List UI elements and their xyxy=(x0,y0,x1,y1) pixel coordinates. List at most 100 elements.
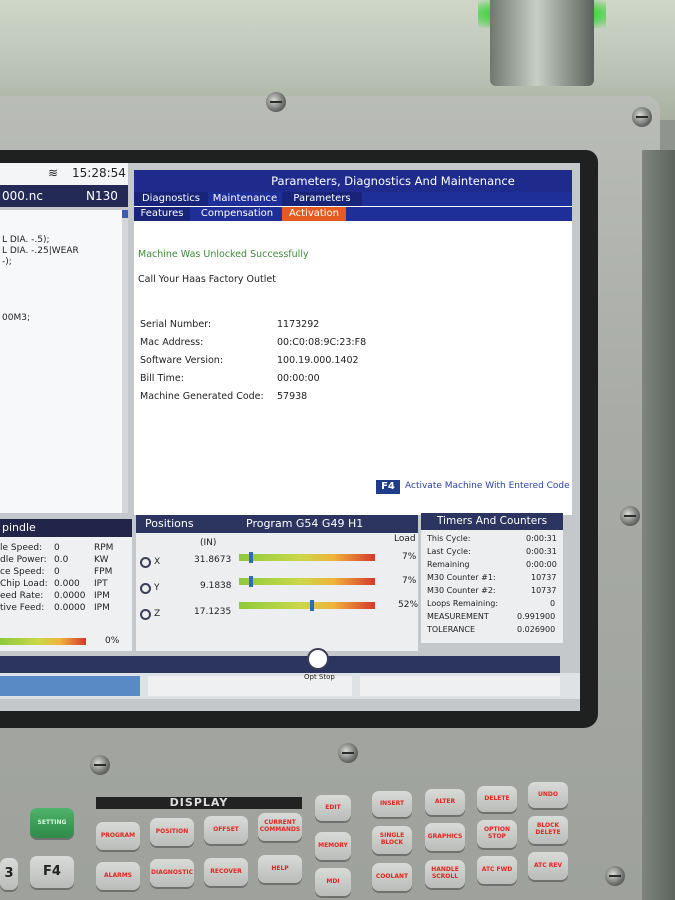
block-delete-key[interactable]: BLOCK DELETE xyxy=(528,816,568,844)
axis-z-load-marker xyxy=(310,600,314,611)
axis-x-value: 31.8673 xyxy=(194,555,232,565)
tab-features[interactable]: Features xyxy=(134,207,190,221)
setting-key[interactable]: SETTING xyxy=(30,808,74,838)
atc-fwd-key[interactable]: ATC FWD xyxy=(477,856,517,884)
serial-number-value: 1173292 xyxy=(277,319,320,330)
block-number: N130 xyxy=(86,189,118,203)
f3-key[interactable]: 3 xyxy=(0,858,18,890)
axis-x-load-bar xyxy=(239,554,375,561)
tab-parameters[interactable]: Parameters xyxy=(282,192,362,206)
axis-z-load: 52% xyxy=(398,600,419,610)
delete-key[interactable]: DELETE xyxy=(477,786,517,812)
current-commands-key[interactable]: CURRENT COMMANDS xyxy=(258,813,302,841)
mac-address-value: 00:C0:08:9C:23:F8 xyxy=(277,337,367,348)
option-stop-key[interactable]: OPTION STOP xyxy=(477,820,517,848)
spindle-label: eed Rate: xyxy=(0,591,44,601)
tab-activation[interactable]: Activation xyxy=(282,207,346,221)
activate-machine-action[interactable]: Activate Machine With Entered Code xyxy=(405,481,570,491)
program-scrollbar[interactable] xyxy=(122,210,128,513)
tab-diagnostics[interactable]: Diagnostics xyxy=(134,192,208,206)
timer-label: Remaining xyxy=(427,560,470,569)
counter-value: 10737 xyxy=(531,573,557,582)
spindle-label: le Speed: xyxy=(0,543,43,553)
macro-label: MEASUREMENT xyxy=(427,612,489,621)
spindle-label: Chip Load: xyxy=(0,579,48,589)
spindle-unit: FPM xyxy=(94,567,113,577)
handle-scroll-key[interactable]: HANDLE SCROLL xyxy=(425,860,465,888)
screw xyxy=(620,506,640,526)
counter-value: 10737 xyxy=(531,586,557,595)
counter-label: M30 Counter #1: xyxy=(427,573,496,582)
f4-key[interactable]: F4 xyxy=(30,856,74,888)
diagnostic-key[interactable]: DIAGNOSTIC xyxy=(150,859,194,887)
spindle-load-percent: 0% xyxy=(105,636,120,646)
mac-address-label: Mac Address: xyxy=(140,337,204,348)
spindle-label: dle Power: xyxy=(0,555,47,565)
program-key[interactable]: PROGRAM xyxy=(96,822,140,850)
graphics-key[interactable]: GRAPHICS xyxy=(425,823,465,851)
activation-panel: Machine Was Unlocked Successfully Call Y… xyxy=(134,222,572,515)
wifi-icon: ≋ xyxy=(48,166,59,180)
alarms-key[interactable]: ALARMS xyxy=(96,862,140,890)
macro-label: TOLERANCE xyxy=(427,625,476,634)
pendant-side xyxy=(642,150,675,900)
coolant-key[interactable]: COOLANT xyxy=(372,863,412,891)
program-header[interactable]: 000.nc N130 xyxy=(0,185,128,207)
code-line: L DIA. -.25|WEAR xyxy=(2,246,79,256)
spindle-value: 0 xyxy=(54,567,60,577)
bottom-input-strip xyxy=(0,673,580,699)
alter-key[interactable]: ALTER xyxy=(425,789,465,815)
spindle-label: ce Speed: xyxy=(0,567,45,577)
input-segment[interactable] xyxy=(360,676,560,696)
call-hfo-message: Call Your Haas Factory Outlet xyxy=(138,274,276,285)
display-group-label: DISPLAY xyxy=(96,797,302,809)
machine-code-label: Machine Generated Code: xyxy=(140,391,264,402)
atc-rev-key[interactable]: ATC REV xyxy=(528,852,568,880)
axis-y-load-bar xyxy=(239,578,375,585)
memory-key[interactable]: MEMORY xyxy=(315,832,351,860)
axis-z-icon xyxy=(140,609,151,620)
opt-stop-label: Opt Stop xyxy=(304,673,335,681)
axis-z-label: Z xyxy=(154,609,161,619)
insert-key[interactable]: INSERT xyxy=(372,791,412,817)
single-block-key[interactable]: SINGLE BLOCK xyxy=(372,826,412,854)
screw xyxy=(632,107,652,127)
axis-x-load: 7% xyxy=(402,552,417,562)
edit-key[interactable]: EDIT xyxy=(315,795,351,821)
tab-compensation[interactable]: Compensation xyxy=(194,207,280,221)
axis-x-label: X xyxy=(154,557,161,567)
positions-panel: (IN) Load X 31.8673 7% Y 9.1838 7% Z 17.… xyxy=(136,533,418,651)
unit-label: (IN) xyxy=(200,538,217,548)
opt-stop-icon xyxy=(307,648,329,670)
axis-y-icon xyxy=(140,583,151,594)
position-key[interactable]: POSITION xyxy=(150,818,194,846)
spindle-label: tive Feed: xyxy=(0,603,45,613)
mdi-key[interactable]: MDI xyxy=(315,868,351,896)
timer-value: 0:00:31 xyxy=(526,534,557,543)
offset-key[interactable]: OFFSET xyxy=(204,816,248,844)
positions-title[interactable]: Positions xyxy=(145,515,194,533)
cnc-screen: ≋ 15:28:54 000.nc N130 L DIA. -.5); L DI… xyxy=(0,163,580,711)
undo-key[interactable]: UNDO xyxy=(528,782,568,808)
tab-row-bottom: Features Compensation Activation xyxy=(134,207,572,221)
spindle-value: 0.0 xyxy=(54,555,69,565)
axis-y-label: Y xyxy=(154,583,160,593)
bill-time-value: 00:00:00 xyxy=(277,373,320,384)
program-file-name: 000.nc xyxy=(2,189,43,203)
tab-row-top: Diagnostics Maintenance Parameters xyxy=(134,192,572,206)
spindle-value: 0.0000 xyxy=(54,603,86,613)
program-code-view[interactable]: L DIA. -.5); L DIA. -.25|WEAR -); 00M3; xyxy=(0,210,122,513)
counter-label: M30 Counter #2: xyxy=(427,586,496,595)
positions-header: Positions Program G54 G49 H1 xyxy=(136,515,418,533)
status-bar: ≋ 15:28:54 xyxy=(0,163,128,185)
help-key[interactable]: HELP xyxy=(258,855,302,883)
spindle-value: 0 xyxy=(54,543,60,553)
software-version-value: 100.19.000.1402 xyxy=(277,355,359,366)
tab-maintenance[interactable]: Maintenance xyxy=(210,192,280,206)
code-line: 00M3; xyxy=(2,313,30,323)
status-light-tower xyxy=(490,0,594,86)
f4-key-badge[interactable]: F4 xyxy=(376,480,400,494)
axis-y-value: 9.1838 xyxy=(200,581,232,591)
recover-key[interactable]: RECOVER xyxy=(204,858,248,886)
spindle-unit: IPT xyxy=(94,579,108,589)
